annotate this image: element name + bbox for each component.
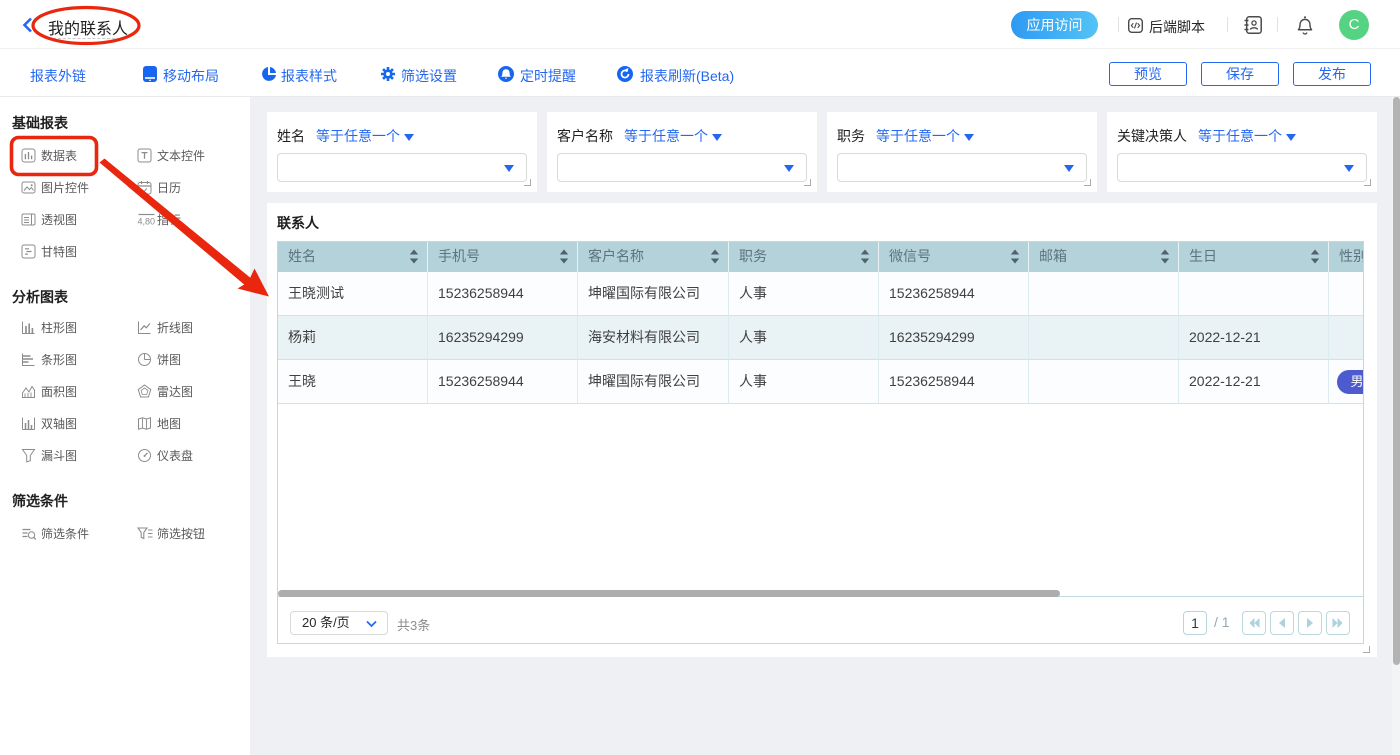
svg-text:4,80: 4,80	[138, 216, 156, 226]
